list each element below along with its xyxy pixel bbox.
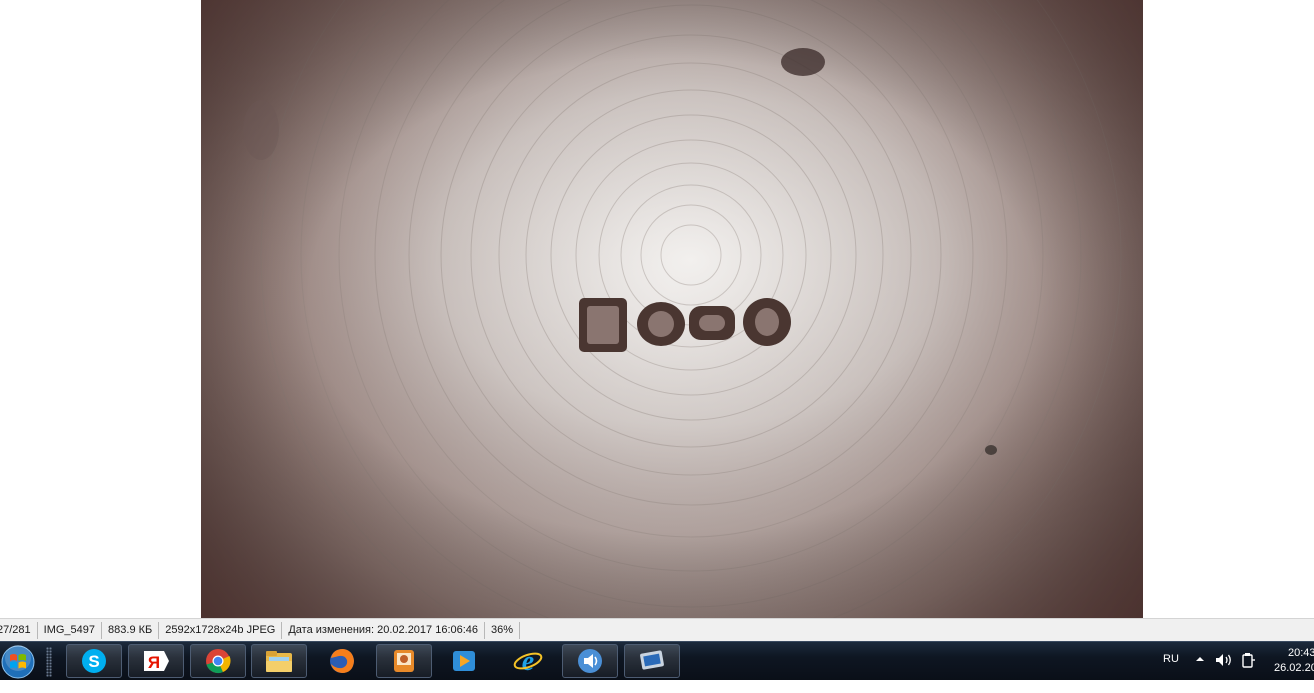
status-bar: 27/281 IMG_5497 883.9 КБ 2592x1728x24b J… xyxy=(0,618,1314,641)
modified-date: Дата изменения: 20.02.2017 16:06:46 xyxy=(282,621,486,639)
system-clock[interactable]: 20:43 26.02.2017 xyxy=(1272,646,1314,676)
taskbar-sound-app[interactable] xyxy=(562,644,618,678)
file-name: IMG_5497 xyxy=(38,621,103,639)
image-dimensions: 2592x1728x24b JPEG xyxy=(159,621,283,639)
viewer-icon xyxy=(394,650,414,672)
taskbar-media-player[interactable] xyxy=(442,644,486,678)
volume-icon[interactable] xyxy=(1215,653,1233,692)
monitor-icon xyxy=(640,650,664,670)
image-viewer-canvas[interactable] xyxy=(0,0,1314,618)
start-button[interactable] xyxy=(0,643,38,680)
zoom-level[interactable]: 36% xyxy=(485,621,521,639)
svg-text:Я: Я xyxy=(148,653,160,672)
power-icon[interactable] xyxy=(1240,652,1256,691)
taskbar-skype[interactable]: S xyxy=(66,644,122,678)
show-hidden-icons-icon[interactable] xyxy=(1195,654,1205,693)
firefox-icon xyxy=(330,649,354,673)
photo-silver-hallmarks xyxy=(201,0,1143,618)
clock-time: 20:43 xyxy=(1288,647,1314,659)
speaker-app-icon xyxy=(578,649,602,673)
ie-icon: e xyxy=(513,646,543,676)
language-indicator[interactable]: RU xyxy=(1163,653,1179,692)
taskbar-ie[interactable]: e xyxy=(506,644,550,678)
folder-icon xyxy=(266,651,292,672)
svg-text:S: S xyxy=(88,652,99,671)
svg-text:e: e xyxy=(522,646,534,676)
skype-icon: S xyxy=(82,649,106,673)
taskbar-explorer[interactable] xyxy=(251,644,307,678)
taskbar: S Я e RU 20:43 26.02.20 xyxy=(0,641,1314,680)
yandex-icon: Я xyxy=(144,651,169,672)
player-icon xyxy=(453,651,475,671)
taskbar-chrome[interactable] xyxy=(190,644,246,678)
taskbar-grip[interactable] xyxy=(46,647,52,677)
taskbar-yandex[interactable]: Я xyxy=(128,644,184,678)
image-index: 27/281 xyxy=(0,621,38,639)
photo-texture xyxy=(201,0,1143,618)
taskbar-firefox[interactable] xyxy=(320,644,364,678)
taskbar-display-app[interactable] xyxy=(624,644,680,678)
file-size: 883.9 КБ xyxy=(102,621,160,639)
chrome-icon xyxy=(206,649,231,674)
taskbar-image-viewer[interactable] xyxy=(376,644,432,678)
windows-orb-icon xyxy=(1,644,35,678)
clock-date: 26.02.2017 xyxy=(1274,662,1314,674)
